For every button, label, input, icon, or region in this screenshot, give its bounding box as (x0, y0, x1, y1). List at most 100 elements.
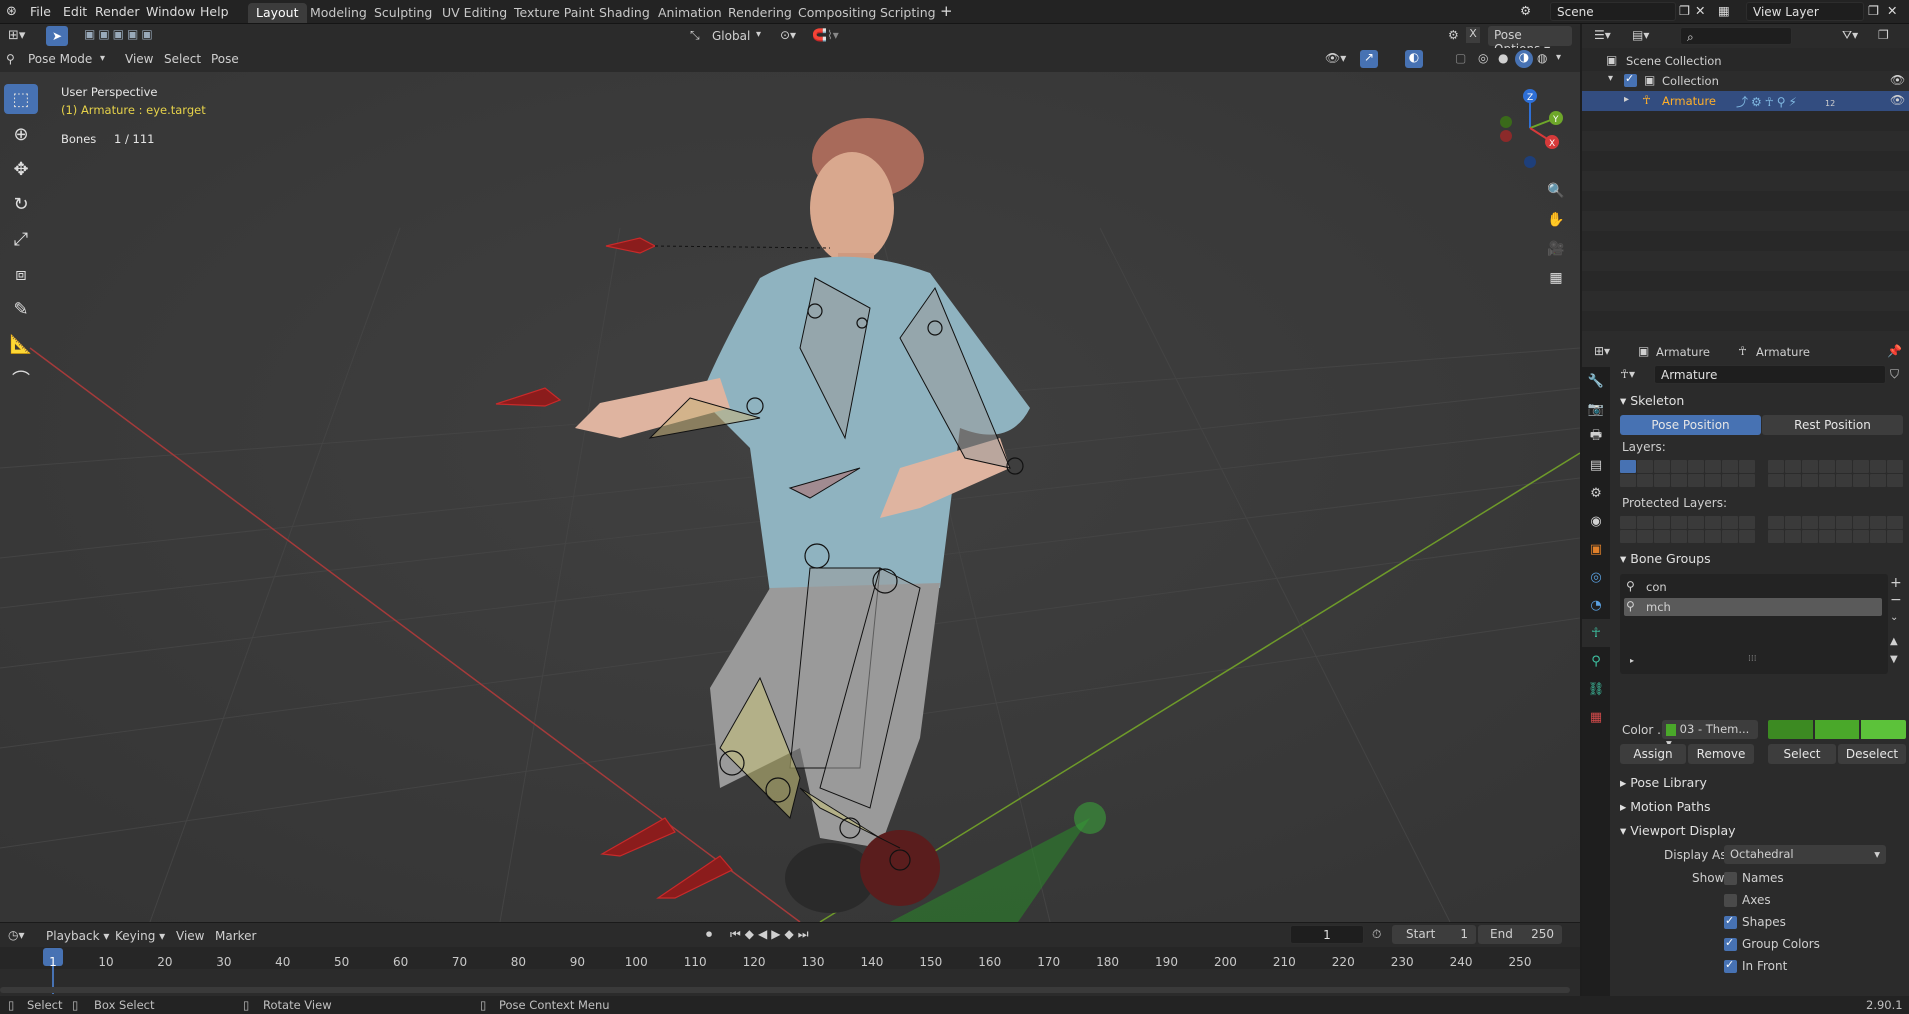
list-item[interactable]: ⚲ mch (1624, 598, 1882, 616)
context-object-label[interactable]: Armature (1656, 345, 1710, 359)
view-layer-copy-icon[interactable]: ❐ (1868, 3, 1879, 18)
menu-file[interactable]: File (30, 4, 51, 19)
list-item[interactable]: ⚲ con (1624, 578, 1882, 596)
eye-icon[interactable]: 👁 (1890, 73, 1905, 87)
move-down-icon[interactable]: ▼ (1890, 654, 1898, 665)
protected-layers-left[interactable] (1620, 516, 1755, 543)
timeline-scrollbar[interactable] (0, 987, 1570, 993)
selection-mode-icons[interactable]: ▣▣▣▣▣ (84, 27, 156, 41)
timeline-editor-icon[interactable]: ◷▾ (8, 928, 25, 942)
protected-layers-right[interactable] (1768, 516, 1903, 543)
scene-close-icon[interactable]: ✕ (1695, 3, 1705, 18)
overlay-toggle-icon[interactable]: ◐ (1405, 50, 1423, 68)
eye-icon[interactable]: 👁 (1890, 93, 1905, 107)
outliner-editor-icon[interactable]: ☰▾ (1594, 28, 1611, 42)
measure-tool-icon[interactable]: 📐 (4, 329, 38, 359)
menu-keying[interactable]: Keying ▾ (115, 929, 165, 943)
remove-button[interactable]: Remove (1688, 744, 1754, 764)
pose-options-dropdown[interactable]: Pose Options ▾ (1488, 26, 1572, 56)
pose-library-panel-header[interactable]: ▸ Pose Library (1612, 772, 1909, 794)
names-checkbox[interactable] (1724, 872, 1737, 885)
remove-bone-group-icon[interactable]: − (1890, 592, 1902, 608)
transform-orientation-icon[interactable]: ⤡ (690, 28, 700, 43)
view-layer-icon[interactable]: ▦ (1718, 3, 1730, 18)
rendered-shading-icon[interactable]: ◍ (1537, 51, 1547, 65)
move-tool-icon[interactable]: ✥ (4, 154, 38, 184)
3d-viewport[interactable]: User Perspective (1) Armature : eye.targ… (0, 48, 1580, 922)
render-tab-icon[interactable]: 📷 (1582, 395, 1610, 423)
solid-shading-icon[interactable]: ● (1498, 51, 1508, 65)
bone-group-specials-icon[interactable]: ⌄ (1890, 612, 1898, 623)
view-layer-tab-icon[interactable]: ▤ (1582, 451, 1610, 479)
scene-icon[interactable]: ⚙ (1520, 3, 1531, 18)
motion-paths-panel-header[interactable]: ▸ Motion Paths (1612, 796, 1909, 818)
add-workspace-icon[interactable]: + (940, 2, 953, 20)
bone-layers-left[interactable] (1620, 460, 1755, 487)
pan-hand-icon[interactable]: ✋ (1544, 208, 1568, 232)
tab-compositing[interactable]: Compositing (790, 3, 884, 23)
collection-exclude-checkbox[interactable] (1624, 72, 1637, 87)
armature-data-tab-icon[interactable]: ☥ (1582, 619, 1610, 647)
select-color-swatch[interactable] (1814, 720, 1860, 739)
blender-logo-icon[interactable]: ⊛ (6, 4, 17, 19)
current-frame-field[interactable]: 1 (1290, 925, 1364, 944)
deselect-button[interactable]: Deselect (1838, 744, 1906, 764)
annotate-tool-icon[interactable]: ✎ (4, 294, 38, 324)
filter-icon[interactable]: ⛛▾ (1842, 28, 1858, 43)
start-frame-field[interactable]: Start 1 (1392, 925, 1476, 944)
cursor-tool-icon[interactable]: ⊕ (4, 119, 38, 149)
texture-tab-icon[interactable]: ▦ (1582, 703, 1610, 731)
mode-dropdown[interactable]: Pose Mode (28, 52, 92, 66)
world-tab-icon[interactable]: ◉ (1582, 507, 1610, 535)
menu-playback[interactable]: Playback ▾ (46, 929, 109, 943)
menu-pose[interactable]: Pose (211, 52, 239, 66)
physics-tab-icon[interactable]: ◔ (1582, 591, 1610, 619)
menu-view[interactable]: View (125, 52, 153, 66)
menu-marker[interactable]: Marker (215, 929, 256, 943)
tab-scripting[interactable]: Scripting (872, 3, 944, 23)
camera-view-icon[interactable]: 🎥 (1544, 237, 1568, 261)
menu-help[interactable]: Help (200, 4, 229, 19)
orientation-dropdown[interactable]: Global (712, 29, 750, 43)
bone-groups-panel-header[interactable]: ▾ Bone Groups (1612, 548, 1909, 570)
relax-pose-tool-icon[interactable]: ⌒ (4, 364, 38, 394)
properties-editor-icon[interactable]: ⊞▾ (1594, 344, 1610, 358)
scene-tab-icon[interactable]: ⚙ (1582, 479, 1610, 507)
outliner-row-scene-collection[interactable]: ▣ Scene Collection (1582, 51, 1909, 71)
material-shading-icon[interactable]: ◑ (1515, 50, 1533, 68)
outliner-row-armature[interactable]: ▸ ☥ Armature ⤴⚙☥⚲⚡ 12 👁 (1582, 91, 1909, 111)
snap-icon[interactable]: 🧲⌇▾ (812, 28, 839, 42)
tab-animation[interactable]: Animation (650, 3, 730, 23)
transform-tool-icon[interactable]: ⧈ (4, 259, 38, 289)
armature-name-field[interactable]: Armature (1654, 365, 1886, 384)
new-collection-icon[interactable]: ❐ (1878, 28, 1889, 42)
menu-edit[interactable]: Edit (63, 4, 87, 19)
fake-user-shield-icon[interactable]: ⛉ (1890, 367, 1899, 382)
list-resize-handle-icon[interactable]: ⁞⁞⁞ (1748, 654, 1757, 664)
output-tab-icon[interactable]: 🖶 (1582, 423, 1610, 451)
menu-timeline-view[interactable]: View (176, 929, 204, 943)
active-color-swatch[interactable] (1861, 720, 1907, 739)
xray-icon[interactable]: ▢ (1455, 51, 1466, 65)
shapes-checkbox[interactable] (1724, 914, 1737, 929)
menu-window[interactable]: Window (146, 4, 195, 19)
view-layer-field[interactable]: View Layer (1746, 2, 1864, 21)
move-up-icon[interactable]: ▲ (1890, 636, 1898, 647)
preview-range-icon[interactable]: ⏱ (1372, 927, 1381, 942)
view-layer-close-icon[interactable]: ✕ (1887, 3, 1897, 18)
pivot-icon[interactable]: ⊙▾ (780, 28, 796, 42)
context-data-label[interactable]: Armature (1756, 345, 1810, 359)
visibility-icon[interactable]: 👁▾ (1325, 51, 1346, 65)
playback-controls-icons[interactable]: ⏮◆◀▶◆⏭ (730, 927, 813, 942)
ortho-grid-icon[interactable]: ▦ (1544, 266, 1568, 290)
tab-texture-paint[interactable]: Texture Paint (506, 3, 603, 23)
zoom-icon[interactable]: 🔍 (1544, 179, 1568, 203)
shading-options-icon[interactable]: ▾ (1556, 52, 1561, 63)
bone-constraint-tab-icon[interactable]: ⛓ (1582, 675, 1610, 703)
in-front-checkbox[interactable] (1724, 958, 1737, 973)
gizmo-toggle-icon[interactable]: ↗ (1360, 50, 1378, 68)
menu-select[interactable]: Select (164, 52, 201, 66)
tab-shading[interactable]: Shading (591, 3, 658, 23)
tool-tab-icon[interactable]: 🔧 (1582, 367, 1610, 395)
select-box-tool-icon[interactable]: ⬚ (4, 84, 38, 114)
